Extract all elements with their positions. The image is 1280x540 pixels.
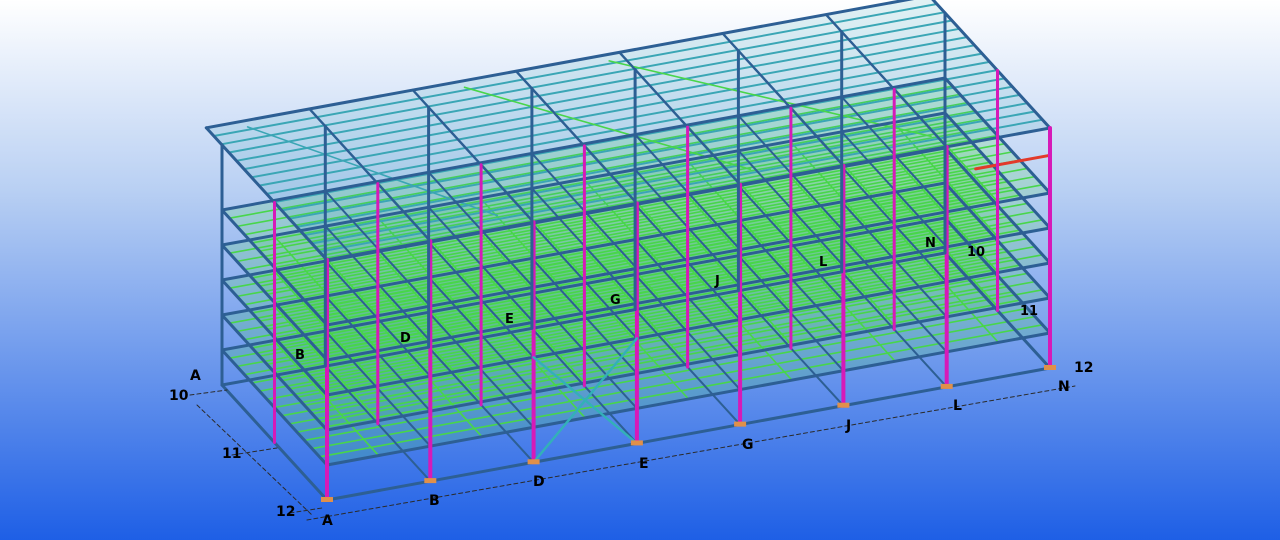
base-plate <box>527 459 540 465</box>
grid-label-11-left: 11 <box>222 446 241 462</box>
inner-label-J: J <box>714 274 720 289</box>
base-plate <box>940 383 953 389</box>
base-plate <box>630 440 643 446</box>
inner-label-B: B <box>295 348 305 363</box>
model-viewport[interactable]: A B D E G J L N 10 11 12 A 12 B D E G J … <box>0 0 1280 540</box>
base-plate <box>734 421 747 427</box>
inner-label-L: L <box>819 255 827 270</box>
inner-label-11: 11 <box>1020 304 1038 319</box>
inner-label-G: G <box>610 293 621 308</box>
grid-label-B: B <box>429 493 440 509</box>
grid-label-N: N <box>1058 379 1070 395</box>
base-plate <box>424 478 437 484</box>
inner-label-N: N <box>925 236 936 251</box>
inner-label-E: E <box>505 312 514 327</box>
grid-label-12-left: 12 <box>276 504 295 520</box>
base-plate <box>1044 365 1056 370</box>
grid-label-L: L <box>953 398 962 414</box>
base-plate <box>837 402 850 408</box>
grid-label-12-right: 12 <box>1074 360 1093 376</box>
grid-label-J: J <box>845 418 851 434</box>
inner-label-D: D <box>400 331 411 346</box>
grid-label-E: E <box>639 456 649 472</box>
grid-label-10-left: 10 <box>169 388 189 404</box>
inner-label-10: 10 <box>967 245 985 260</box>
steel-frame-model[interactable]: A B D E G J L N 10 11 12 A 12 B D E G J … <box>0 0 1280 540</box>
grid-label-G: G <box>742 437 754 453</box>
grid-label-A-left: A <box>190 368 201 384</box>
grid-label-D: D <box>533 474 545 490</box>
base-plate <box>321 497 333 502</box>
grid-label-A: A <box>322 513 333 529</box>
